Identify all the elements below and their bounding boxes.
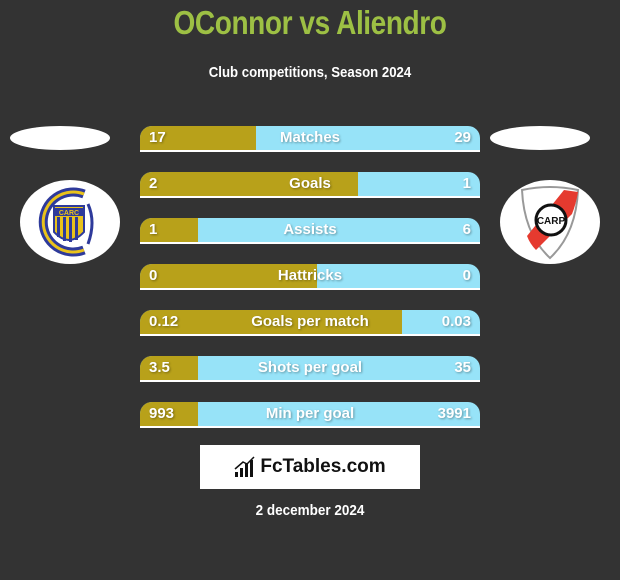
right-team-logo: CARP (500, 180, 600, 264)
left-crest-text: CARC (59, 210, 79, 217)
stat-label: Hattricks (277, 267, 343, 284)
left-team-name-placeholder (10, 126, 110, 150)
stat-label: Matches (279, 129, 341, 146)
stat-label: Goals (289, 175, 331, 192)
stat-label: Goals per match (251, 313, 369, 330)
rosario-central-crest-icon: CARC (38, 187, 94, 257)
right-crest-text: CARP (537, 216, 566, 227)
stat-label: Min per goal (265, 405, 355, 422)
left-team-logo: CARC (20, 180, 120, 264)
report-date: 2 december 2024 (255, 502, 365, 519)
right-value: 3991 (437, 405, 471, 422)
brand-name: FcTables.com (260, 456, 386, 477)
fctables-logo[interactable]: FcTables.com (200, 445, 420, 489)
page-title: OConnor vs Aliendro (173, 4, 447, 41)
right-value: 1 (462, 175, 471, 192)
river-plate-crest-icon: CARP (520, 186, 580, 260)
bar-chart-icon (234, 456, 255, 477)
right-value: 0 (462, 267, 471, 284)
stat-row: 0 Hattricks 0 (140, 264, 480, 290)
stat-row: 993 Min per goal 3991 (140, 402, 480, 428)
right-team-name-placeholder (490, 126, 590, 150)
stat-row: 2 Goals 1 (140, 172, 480, 198)
right-value: 29 (454, 129, 471, 146)
stat-label: Shots per goal (257, 359, 363, 376)
stat-row: 3.5 Shots per goal 35 (140, 356, 480, 382)
stat-row: 17 Matches 29 (140, 126, 480, 152)
right-value: 6 (462, 221, 471, 238)
stat-row: 1 Assists 6 (140, 218, 480, 244)
page-subtitle: Club competitions, Season 2024 (208, 64, 412, 81)
stat-row: 0.12 Goals per match 0.03 (140, 310, 480, 336)
stat-label: Assists (283, 221, 337, 238)
right-value: 35 (454, 359, 471, 376)
right-value: 0.03 (441, 313, 471, 330)
